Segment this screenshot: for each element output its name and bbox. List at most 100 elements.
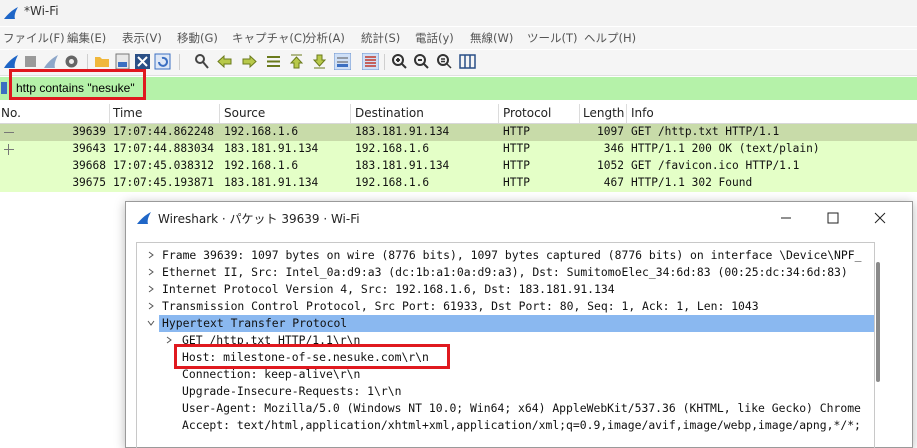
normal-size-icon[interactable] <box>436 53 453 70</box>
menu-edit[interactable]: 編集(E) <box>67 30 106 46</box>
packet-info: HTTP/1.1 302 Found <box>631 176 753 189</box>
packet-protocol: HTTP <box>503 125 530 138</box>
reload-file-icon[interactable] <box>154 53 171 70</box>
open-file-icon[interactable] <box>94 53 111 70</box>
chevron-right-icon[interactable] <box>147 268 155 276</box>
packet-list-header: No. Time Source Destination Protocol Len… <box>0 104 917 124</box>
chevron-right-icon[interactable] <box>165 336 173 344</box>
tree-item-label: Frame 39639: 1097 bytes on wire (8776 bi… <box>162 248 862 262</box>
packet-destination: 192.168.1.6 <box>355 142 430 155</box>
packet-source: 192.168.1.6 <box>224 159 299 172</box>
chevron-right-icon[interactable] <box>147 285 155 293</box>
start-capture-icon[interactable] <box>2 53 19 70</box>
column-separator <box>109 104 110 123</box>
column-header-no[interactable]: No. <box>1 106 21 120</box>
packet-no: 39643 <box>72 142 106 155</box>
close-file-icon[interactable] <box>134 53 151 70</box>
last-packet-icon[interactable] <box>311 53 328 70</box>
close-icon[interactable] <box>870 208 890 228</box>
tree-item-user-agent[interactable]: User-Agent: Mozilla/5.0 (Windows NT 10.0… <box>137 400 874 417</box>
chevron-right-icon[interactable] <box>147 251 155 259</box>
packet-row[interactable]: 39668 17:07:45.038312 192.168.1.6 183.18… <box>0 158 917 175</box>
packet-length: 1052 <box>597 159 624 172</box>
menu-capture[interactable]: キャプチャ(C) <box>232 30 306 46</box>
dialog-title-bar: Wireshark · パケット 39639 · Wi-Fi <box>126 202 912 234</box>
tree-item-upgrade-insecure[interactable]: Upgrade-Insecure-Requests: 1\r\n <box>137 383 874 400</box>
column-header-protocol[interactable]: Protocol <box>503 106 551 120</box>
menu-wireless[interactable]: 無線(W) <box>470 30 513 46</box>
column-separator <box>350 104 351 123</box>
packet-time: 17:07:45.038312 <box>113 159 215 172</box>
maximize-icon[interactable] <box>823 208 843 228</box>
packet-protocol: HTTP <box>503 159 530 172</box>
column-separator <box>219 104 220 123</box>
column-header-info[interactable]: Info <box>631 106 654 120</box>
packet-length: 1097 <box>597 125 624 138</box>
window-title: *Wi-Fi <box>24 4 59 18</box>
packet-source: 192.168.1.6 <box>224 125 299 138</box>
packet-time: 17:07:45.193871 <box>113 176 215 189</box>
column-header-time[interactable]: Time <box>113 106 142 120</box>
tree-item-http[interactable]: Hypertext Transfer Protocol <box>159 315 874 332</box>
packet-row[interactable]: 39675 17:07:45.193871 183.181.91.134 192… <box>0 175 917 192</box>
packet-destination: 183.181.91.134 <box>355 159 450 172</box>
minimize-icon[interactable] <box>776 208 796 228</box>
packet-time: 17:07:44.883034 <box>113 142 215 155</box>
column-header-length[interactable]: Length <box>583 106 624 120</box>
packet-info: HTTP/1.1 200 OK (text/plain) <box>631 142 820 155</box>
packet-row[interactable]: 39639 17:07:44.862248 192.168.1.6 183.18… <box>0 124 917 141</box>
column-header-destination[interactable]: Destination <box>355 106 424 120</box>
tree-item-tcp[interactable]: Transmission Control Protocol, Src Port:… <box>137 298 874 315</box>
tree-item-frame[interactable]: Frame 39639: 1097 bytes on wire (8776 bi… <box>137 247 874 264</box>
restart-capture-icon[interactable] <box>42 53 59 70</box>
chevron-down-icon[interactable] <box>147 319 155 327</box>
go-to-packet-icon[interactable] <box>265 53 282 70</box>
menu-view[interactable]: 表示(V) <box>122 30 162 46</box>
tree-item-ethernet[interactable]: Ethernet II, Src: Intel_0a:d9:a3 (dc:1b:… <box>137 264 874 281</box>
first-packet-icon[interactable] <box>288 53 305 70</box>
menu-file[interactable]: ファイル(F) <box>3 30 65 46</box>
packet-length: 467 <box>603 176 624 189</box>
zoom-out-icon[interactable] <box>413 53 430 70</box>
colorize-icon[interactable] <box>362 53 379 70</box>
save-file-icon[interactable] <box>114 53 131 70</box>
go-back-icon[interactable] <box>216 53 233 70</box>
toolbar-separator <box>179 54 180 70</box>
menu-bar: ファイル(F) 編集(E) 表示(V) 移動(G) キャプチャ(C) 分析(A)… <box>0 27 917 49</box>
wireshark-fin-icon <box>4 7 18 19</box>
zoom-in-icon[interactable] <box>391 53 408 70</box>
filter-highlight-box <box>9 69 146 100</box>
menu-tools[interactable]: ツール(T) <box>527 30 578 46</box>
tree-item-label: Upgrade-Insecure-Requests: 1\r\n <box>182 384 402 398</box>
filter-bookmark-icon[interactable] <box>1 82 7 94</box>
menu-help[interactable]: ヘルプ(H) <box>584 30 636 46</box>
resize-columns-icon[interactable] <box>459 53 476 70</box>
packet-info: GET /favicon.ico HTTP/1.1 <box>631 159 800 172</box>
packet-source: 183.181.91.134 <box>224 176 319 189</box>
auto-scroll-icon[interactable] <box>334 53 351 70</box>
stop-capture-icon[interactable] <box>22 53 39 70</box>
tree-item-label: Accept: text/html,application/xhtml+xml,… <box>182 418 861 432</box>
menu-statistics[interactable]: 統計(S) <box>361 30 400 46</box>
menu-analyze[interactable]: 分析(A) <box>305 30 345 46</box>
column-separator <box>579 104 580 123</box>
dialog-title: Wireshark · パケット 39639 · Wi-Fi <box>158 212 360 226</box>
scrollbar-thumb[interactable] <box>876 262 880 382</box>
vertical-scrollbar[interactable] <box>873 242 883 447</box>
find-packet-icon[interactable] <box>193 53 210 70</box>
capture-options-icon[interactable] <box>63 53 80 70</box>
go-forward-icon[interactable] <box>241 53 258 70</box>
column-separator <box>626 104 627 123</box>
menu-go[interactable]: 移動(G) <box>177 30 218 46</box>
packet-time: 17:07:44.862248 <box>113 125 215 138</box>
packet-source: 183.181.91.134 <box>224 142 319 155</box>
tree-item-accept[interactable]: Accept: text/html,application/xhtml+xml,… <box>137 417 874 434</box>
tree-item-ipv4[interactable]: Internet Protocol Version 4, Src: 192.16… <box>137 281 874 298</box>
packet-no: 39668 <box>72 159 106 172</box>
tree-item-label: User-Agent: Mozilla/5.0 (Windows NT 10.0… <box>182 401 861 415</box>
menu-telephony[interactable]: 電話(y) <box>415 30 454 46</box>
column-header-source[interactable]: Source <box>224 106 265 120</box>
packet-no: 39675 <box>72 176 106 189</box>
chevron-right-icon[interactable] <box>147 302 155 310</box>
packet-row[interactable]: 39643 17:07:44.883034 183.181.91.134 192… <box>0 141 917 158</box>
